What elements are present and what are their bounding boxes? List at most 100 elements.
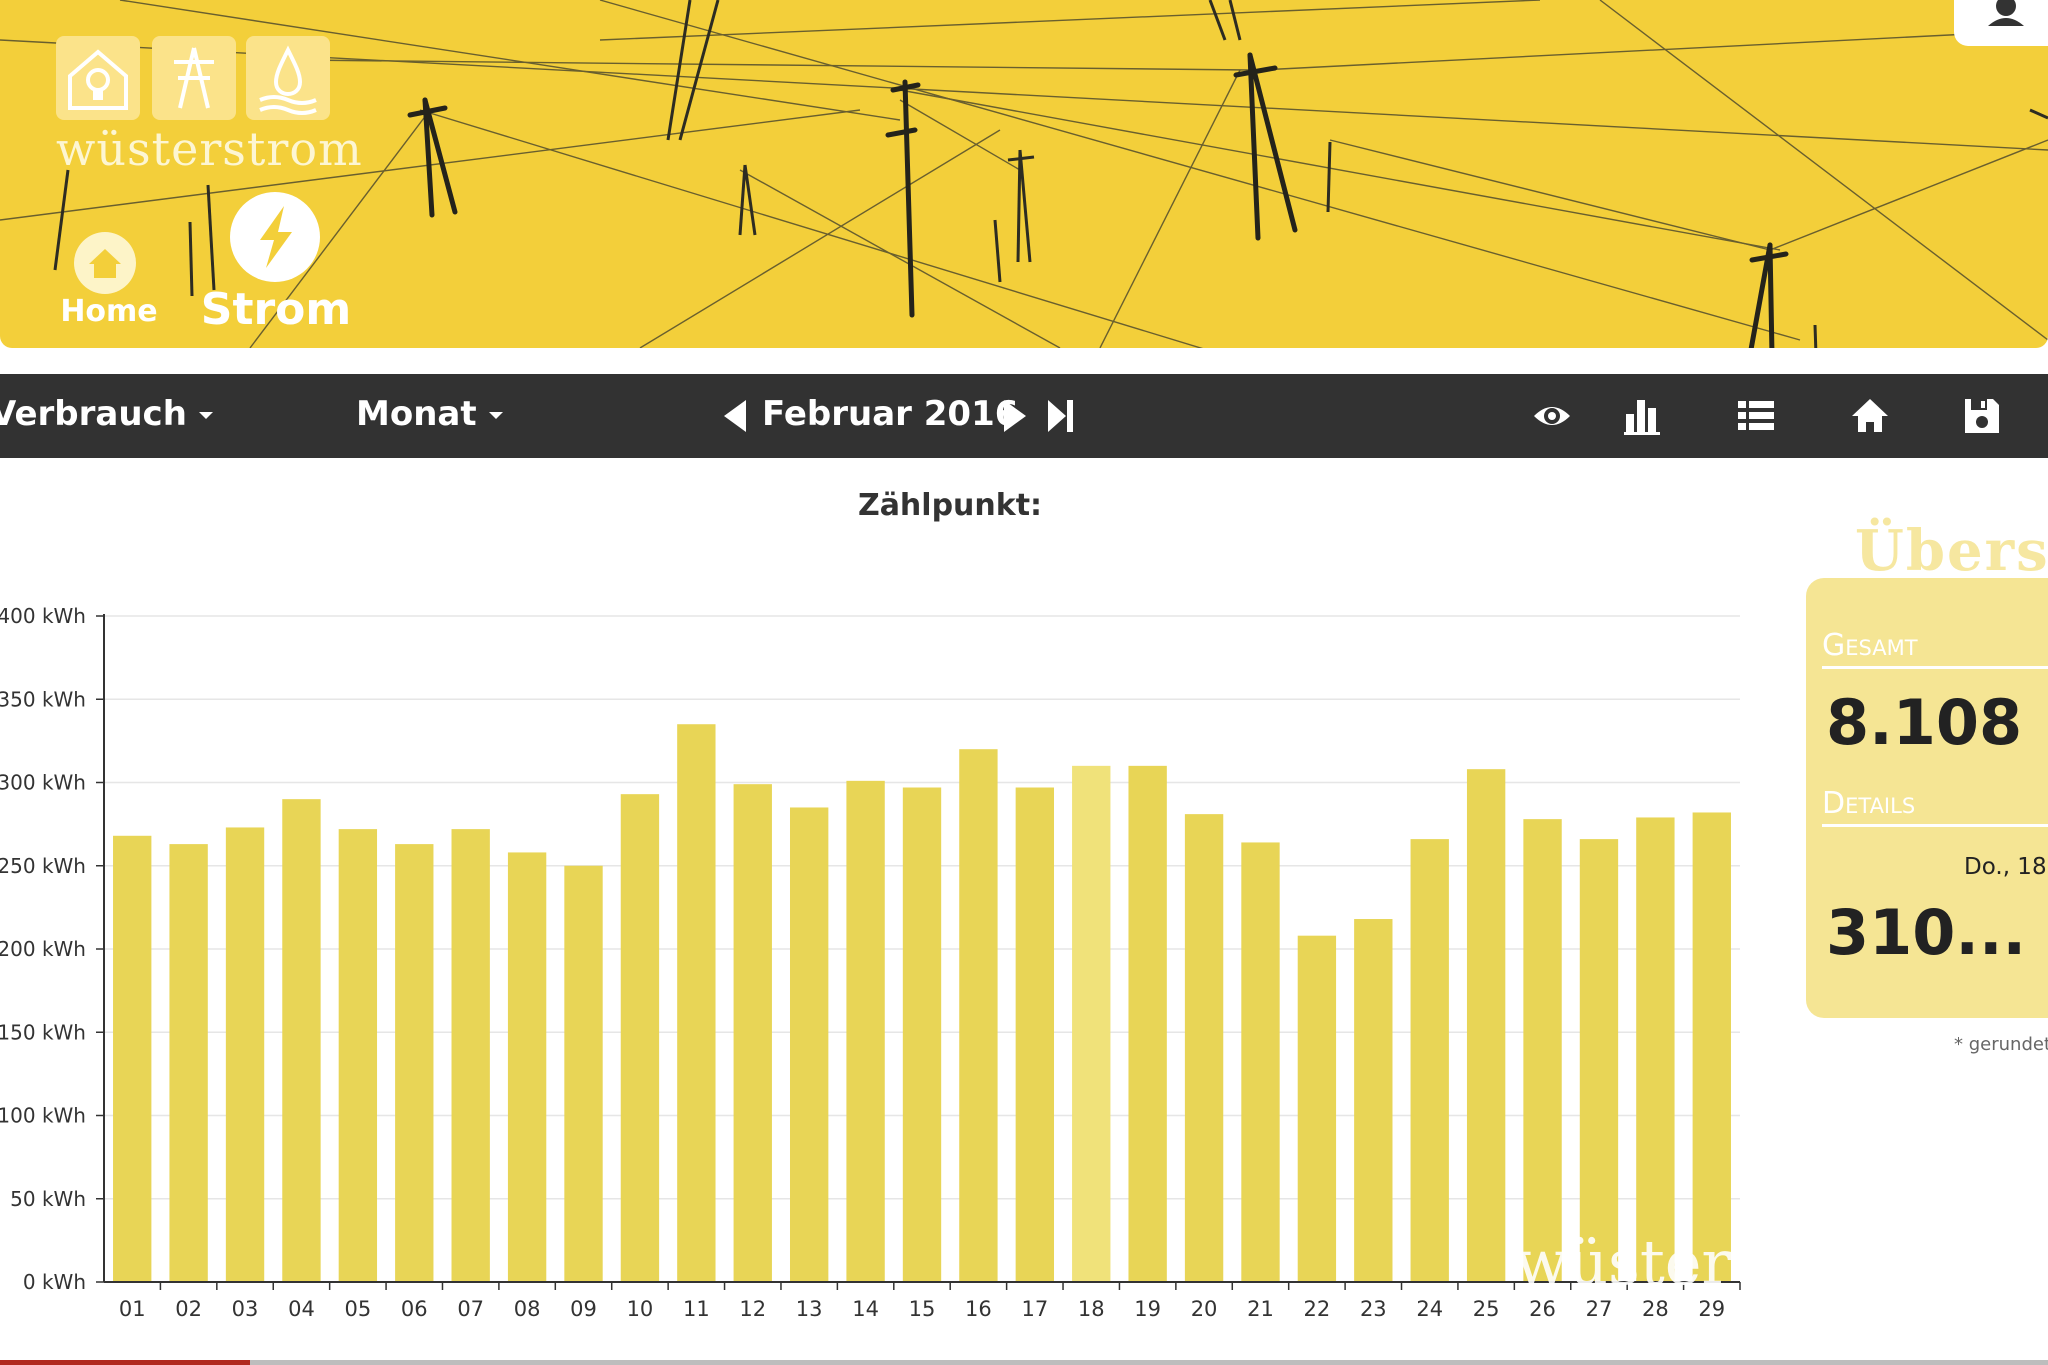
bar-26[interactable] [1523, 819, 1562, 1282]
x-tick-label: 08 [514, 1297, 541, 1320]
x-tick-label: 02 [175, 1297, 202, 1320]
footer-divider [0, 1360, 2048, 1365]
bar-19[interactable] [1128, 765, 1167, 1282]
bar-23[interactable] [1354, 919, 1393, 1282]
bar-18[interactable] [1072, 765, 1111, 1282]
x-tick-label: 10 [627, 1297, 654, 1320]
divider [1822, 666, 2048, 669]
bar-03[interactable] [225, 827, 265, 1282]
brand-name: wüsterstrom [56, 122, 363, 176]
y-tick-label: 100 kWh [0, 1104, 86, 1128]
water-drop-icon [259, 45, 317, 115]
chart-title: Zählpunkt: [857, 488, 1043, 523]
details-date: Do., 18 [1964, 854, 2047, 880]
x-tick-label: 07 [457, 1297, 484, 1320]
bar-05[interactable] [338, 829, 378, 1282]
pylon-icon [174, 47, 214, 109]
eye-icon[interactable] [1530, 394, 1574, 438]
y-tick-label: 250 kWh [0, 854, 86, 878]
bar-chart-icon[interactable] [1622, 394, 1666, 438]
last-period-icon[interactable] [1040, 394, 1084, 438]
bar-25[interactable] [1466, 769, 1506, 1282]
x-tick-label: 04 [288, 1297, 315, 1320]
home-icon [74, 232, 136, 294]
x-tick-label: 28 [1642, 1297, 1669, 1320]
y-tick-label: 50 kWh [10, 1187, 86, 1211]
bar-08[interactable] [507, 852, 547, 1282]
bar-22[interactable] [1297, 935, 1337, 1282]
bar-02[interactable] [169, 844, 208, 1282]
home-label: Home [60, 294, 158, 329]
view-selector-label: Verbrauch [0, 394, 187, 434]
bar-21[interactable] [1241, 842, 1280, 1282]
y-tick-label: 0 kWh [23, 1270, 86, 1294]
header-banner: wüsterstrom Home Strom [0, 0, 2048, 348]
bar-11[interactable] [677, 724, 716, 1282]
bar-12[interactable] [733, 784, 772, 1282]
bar-27[interactable] [1579, 839, 1619, 1282]
bar-28[interactable] [1636, 817, 1675, 1282]
save-icon[interactable] [1960, 394, 2004, 438]
x-tick-label: 18 [1078, 1297, 1105, 1320]
y-tick-label: 300 kWh [0, 771, 86, 795]
x-tick-label: 29 [1698, 1297, 1725, 1320]
period-label: Februar 2016 [762, 394, 1019, 434]
rounded-note: * gerundet [1954, 1034, 2048, 1055]
x-tick-label: 16 [965, 1297, 992, 1320]
x-tick-label: 12 [739, 1297, 766, 1320]
strom-link[interactable]: Strom [196, 192, 356, 335]
period-selector[interactable]: Monat [356, 394, 503, 434]
bar-14[interactable] [846, 780, 885, 1282]
bar-16[interactable] [959, 749, 998, 1282]
bar-13[interactable] [789, 807, 829, 1282]
electricity-logo-tile [152, 36, 236, 120]
x-tick-label: 14 [852, 1297, 879, 1320]
x-tick-label: 01 [119, 1297, 146, 1320]
overview-panel: Gesamt 8.108 Details Do., 18 310... [1806, 578, 2048, 1018]
water-logo-tile [246, 36, 330, 120]
strom-label: Strom [200, 284, 352, 335]
details-label: Details [1822, 786, 1916, 821]
home-icon[interactable] [1848, 394, 1892, 438]
x-tick-label: 25 [1473, 1297, 1500, 1320]
bar-29[interactable] [1692, 812, 1731, 1282]
bar-07[interactable] [451, 829, 490, 1282]
lightning-icon [230, 192, 320, 282]
watermark-text: wüster [1515, 1226, 1731, 1299]
x-tick-label: 15 [909, 1297, 936, 1320]
bar-01[interactable] [113, 835, 152, 1282]
x-tick-label: 09 [570, 1297, 597, 1320]
user-menu-button[interactable] [1954, 0, 2048, 46]
x-tick-label: 03 [232, 1297, 259, 1320]
bar-20[interactable] [1184, 814, 1224, 1282]
bar-24[interactable] [1410, 839, 1449, 1282]
bar-09[interactable] [564, 865, 603, 1282]
user-icon [1988, 0, 2024, 26]
x-tick-label: 23 [1360, 1297, 1387, 1320]
bar-15[interactable] [902, 787, 942, 1282]
view-selector[interactable]: Verbrauch [0, 394, 213, 434]
x-tick-label: 06 [401, 1297, 428, 1320]
period-selector-label: Monat [356, 394, 477, 434]
next-period-icon[interactable] [994, 394, 1038, 438]
bar-17[interactable] [1015, 787, 1055, 1282]
lightbulb-icon [68, 49, 128, 110]
total-value: 8.108 [1826, 686, 2023, 759]
x-tick-label: 24 [1416, 1297, 1443, 1320]
details-value: 310... [1826, 896, 2027, 969]
bar-04[interactable] [282, 799, 321, 1282]
list-icon[interactable] [1734, 394, 1778, 438]
y-tick-label: 150 kWh [0, 1020, 86, 1044]
bar-10[interactable] [620, 794, 660, 1282]
x-tick-label: 13 [796, 1297, 823, 1320]
x-tick-label: 20 [1191, 1297, 1218, 1320]
total-label: Gesamt [1822, 628, 1918, 663]
home-link[interactable]: Home [56, 232, 162, 332]
prev-period-icon[interactable] [714, 394, 758, 438]
chart-bars [113, 724, 1731, 1282]
x-tick-label: 22 [1304, 1297, 1331, 1320]
bar-06[interactable] [395, 844, 434, 1282]
gas-logo-tile [56, 36, 140, 120]
x-tick-label: 11 [683, 1297, 710, 1320]
x-tick-label: 17 [1021, 1297, 1048, 1320]
